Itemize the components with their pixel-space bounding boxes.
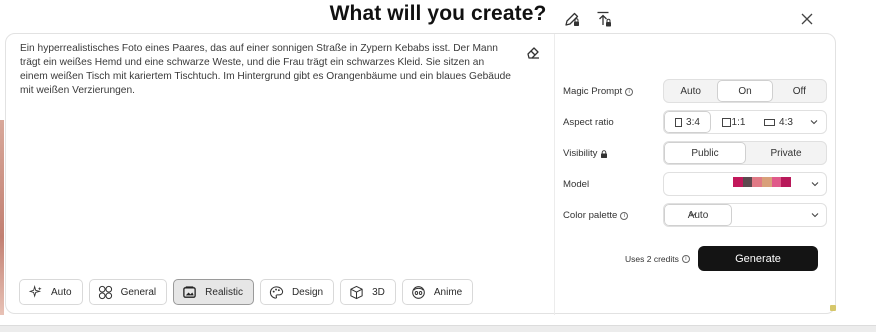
expand-more-icon[interactable] xyxy=(687,208,699,220)
color-swatch xyxy=(762,177,772,187)
magic-prompt-label: Magic Prompt i xyxy=(563,86,634,97)
portrait-ratio-icon xyxy=(675,117,683,127)
settings-toolbar xyxy=(563,10,613,28)
style-chip-label: Auto xyxy=(51,286,72,298)
style-chip-label: Design xyxy=(291,286,324,298)
style-chip-label: Anime xyxy=(433,286,463,298)
credits-text: Uses 2 credits xyxy=(625,254,679,264)
color-swatch xyxy=(733,177,743,187)
visibility-private[interactable]: Private xyxy=(746,142,826,164)
model-label: Model xyxy=(563,179,589,190)
style-chip-auto[interactable]: Auto xyxy=(19,279,83,305)
magic-prompt-label-text: Magic Prompt xyxy=(563,86,623,97)
color-swatch xyxy=(771,177,782,187)
magic-prompt-off[interactable]: Off xyxy=(773,80,826,102)
visibility-toggle: Public Private xyxy=(663,141,827,165)
aspect-ratio-option-label: 4:3 xyxy=(779,116,793,128)
visibility-label: Visibility xyxy=(563,148,608,159)
aspect-ratio-expand[interactable] xyxy=(801,111,826,133)
edit-pen-icon[interactable] xyxy=(563,10,581,28)
panel-divider xyxy=(554,34,555,315)
grid-icon xyxy=(98,285,112,299)
page-title: What will you create? xyxy=(329,2,547,25)
credits-info: Uses 2 credits i xyxy=(625,254,690,264)
style-chip-realistic[interactable]: Realistic xyxy=(173,279,254,305)
cube-icon xyxy=(350,285,363,299)
lock-icon xyxy=(601,149,608,158)
style-chip-label: General xyxy=(120,286,157,298)
sparkle-icon xyxy=(28,284,42,298)
style-chip-label: Realistic xyxy=(205,286,243,298)
visibility-public[interactable]: Public xyxy=(664,142,746,164)
magic-prompt-on[interactable]: On xyxy=(717,80,773,102)
upload-icon[interactable] xyxy=(595,10,613,28)
magic-prompt-auto[interactable]: Auto xyxy=(664,80,717,102)
chevron-down-icon xyxy=(811,182,819,187)
info-icon[interactable]: i xyxy=(620,211,629,220)
background-image-edge xyxy=(0,120,4,315)
aspect-ratio-selector: 3:4 1:1 4:3 xyxy=(663,110,827,134)
color-swatch xyxy=(781,177,792,187)
close-icon[interactable] xyxy=(799,11,815,27)
aspect-ratio-1-1[interactable]: 1:1 xyxy=(711,111,756,133)
visibility-label-text: Visibility xyxy=(563,148,598,159)
aspect-ratio-label: Aspect ratio xyxy=(563,117,614,128)
style-chip-3d[interactable]: 3D xyxy=(340,279,396,305)
color-palette-label-text: Color palette xyxy=(563,210,618,221)
info-icon[interactable]: i xyxy=(681,255,690,263)
color-swatch xyxy=(752,177,763,187)
palette-icon xyxy=(269,285,284,299)
aspect-ratio-3-4[interactable]: 3:4 xyxy=(664,111,711,133)
bottom-scrollbar xyxy=(0,325,876,332)
style-chip-anime[interactable]: Anime xyxy=(401,279,474,305)
color-palette-swatches[interactable] xyxy=(733,177,792,187)
aspect-ratio-option-label: 3:4 xyxy=(686,116,700,128)
style-chip-label: 3D xyxy=(372,286,385,298)
color-palette-label: Color palette i xyxy=(563,210,629,221)
style-chip-bar: Auto General Realistic Design 3D Anime xyxy=(19,279,474,305)
aspect-ratio-4-3[interactable]: 4:3 xyxy=(756,111,801,133)
aspect-ratio-option-label: 1:1 xyxy=(731,116,746,128)
generate-button[interactable]: Generate xyxy=(698,246,818,271)
info-icon[interactable]: i xyxy=(625,87,634,96)
model-label-text: Model xyxy=(563,179,590,190)
prompt-textarea[interactable]: Ein hyperrealistisches Foto eines Paares… xyxy=(20,42,512,272)
chevron-down-icon[interactable] xyxy=(810,210,820,220)
style-chip-design[interactable]: Design xyxy=(259,279,335,305)
landscape-ratio-icon xyxy=(764,118,776,126)
magic-prompt-toggle: Auto On Off xyxy=(663,79,827,103)
chevron-down-icon xyxy=(810,120,817,125)
aspect-ratio-label-text: Aspect ratio xyxy=(563,117,614,128)
photo-icon xyxy=(183,285,196,298)
square-ratio-icon xyxy=(721,117,731,127)
style-chip-general[interactable]: General xyxy=(88,279,168,305)
corner-marker xyxy=(830,305,836,311)
face-icon xyxy=(412,285,425,299)
eraser-icon[interactable] xyxy=(525,44,541,60)
color-swatch xyxy=(742,177,753,187)
